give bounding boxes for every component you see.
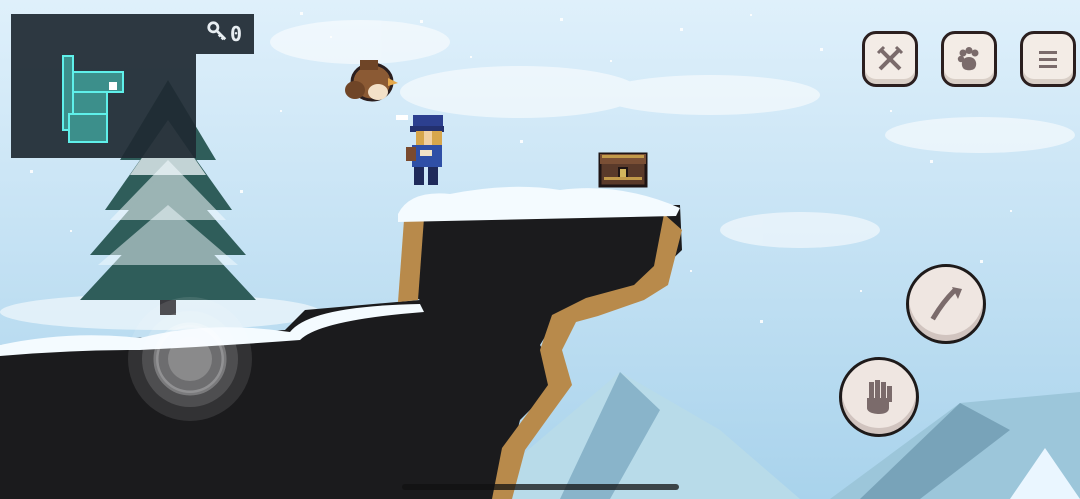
menu-button[interactable] [1020, 31, 1076, 87]
minimap[interactable]: 0 [11, 14, 254, 158]
jump-button[interactable] [906, 264, 986, 344]
pets-button[interactable] [941, 31, 997, 87]
virtual-joystick[interactable] [125, 294, 255, 424]
weapons-button[interactable] [862, 31, 918, 87]
home-indicator[interactable] [402, 484, 679, 490]
key-icon [206, 20, 228, 47]
key-counter: 0 [206, 20, 242, 47]
grab-button[interactable] [839, 357, 919, 437]
treasure-chest[interactable] [598, 152, 648, 188]
key-count-value: 0 [229, 21, 242, 46]
